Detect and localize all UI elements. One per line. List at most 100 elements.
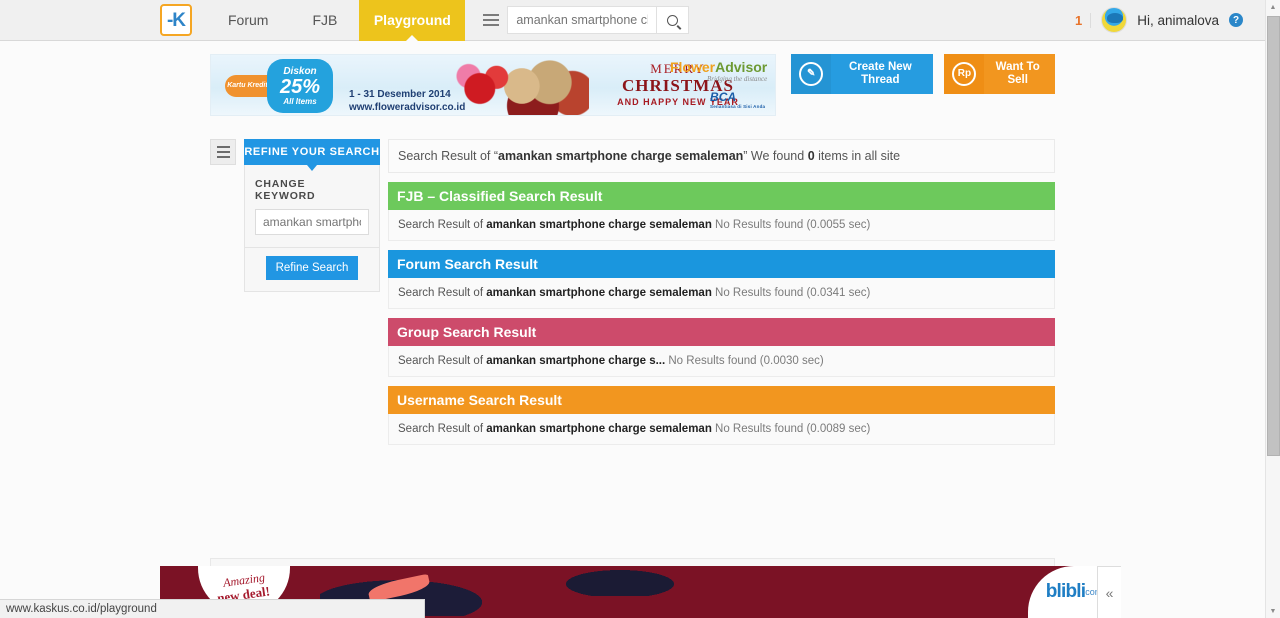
blibli-brand: blibli [1045, 581, 1086, 602]
group-query: amankan smartphone charge s... [486, 355, 666, 367]
group-status: No Results found (0.0030 sec) [665, 355, 824, 367]
create-new-thread-label: Create New Thread [849, 60, 912, 86]
ad-url: www.floweradvisor.co.id [349, 102, 466, 113]
top-banner-row: Kartu Kredit BCA Diskon 25% All Items 1 … [210, 41, 1055, 116]
result-body-group: Search Result of amankan smartphone char… [388, 346, 1055, 377]
ad-flower-hamper-image [449, 55, 589, 115]
result-block-fjb: FJB – Classified Search Result Search Re… [388, 182, 1055, 241]
change-keyword-input[interactable] [255, 209, 369, 235]
result-title-username: Username Search Result [397, 392, 562, 408]
want-to-sell-button[interactable]: Rp Want To Sell [944, 54, 1055, 94]
fjb-status: No Results found (0.0055 sec) [711, 219, 871, 231]
username-status: No Results found (0.0089 sec) [711, 423, 871, 435]
ad-brand-first: Flower [669, 59, 716, 75]
username-prefix: Search Result of [398, 423, 487, 435]
nav-label-playground: Playground [373, 12, 451, 28]
page-container: Kartu Kredit BCA Diskon 25% All Items 1 … [210, 41, 1055, 618]
result-block-group: Group Search Result Search Result of ama… [388, 318, 1055, 377]
result-header-username[interactable]: Username Search Result [388, 386, 1055, 414]
search-scope-hamburger-icon[interactable] [475, 6, 508, 34]
ad-bank-name: BCA [710, 90, 737, 104]
scrollbar-down-arrow-icon[interactable]: ▼ [1266, 604, 1280, 618]
nav-item-fjb[interactable]: FJB [290, 0, 359, 41]
result-block-username: Username Search Result Search Result of … [388, 386, 1055, 445]
notification-badge[interactable]: 1 [1075, 12, 1092, 28]
scrollbar-thumb[interactable] [1267, 16, 1280, 456]
forum-prefix: Search Result of [398, 287, 487, 299]
search-icon[interactable] [657, 6, 690, 34]
scrollbar-up-arrow-icon[interactable]: ▲ [1266, 0, 1280, 14]
rupiah-icon: Rp [944, 54, 985, 94]
result-title-forum: Forum Search Result [397, 256, 538, 272]
refine-panel-body: CHANGE KEYWORD Refine Search [244, 165, 380, 292]
summary-suffix: items in all site [814, 149, 901, 163]
result-title-group: Group Search Result [397, 324, 537, 340]
page-root: -K Forum FJB Playground amankan smartpho… [0, 0, 1280, 618]
header-left-group: -K Forum FJB Playground [160, 0, 690, 42]
summary-count: 0 [807, 149, 815, 163]
ad-brand-second: Advisor [715, 59, 768, 75]
header-search-group [475, 6, 690, 34]
ad-discount-value: 25% [279, 76, 321, 98]
summary-query: amankan smartphone charge semaleman [498, 149, 744, 163]
fjb-query: amankan smartphone charge semaleman [486, 219, 712, 231]
change-keyword-label: CHANGE KEYWORD [255, 178, 316, 202]
username-query: amankan smartphone charge semaleman [486, 423, 712, 435]
ad-brand-tagline: Bridging the distance [706, 75, 768, 83]
nav-label-fjb: FJB [312, 12, 338, 28]
result-body-forum: Search Result of amankan smartphone char… [388, 278, 1055, 309]
create-new-thread-button[interactable]: ✎ Create New Thread [791, 54, 934, 94]
kaskus-logo[interactable]: -K [160, 4, 192, 36]
sticky-ad-shoe-image-2 [560, 566, 680, 596]
content-area: Kartu Kredit BCA Diskon 25% All Items 1 … [0, 41, 1265, 618]
cta-group: ✎ Create New Thread Rp Want To Sell [791, 54, 1055, 94]
search-results-row: REFINE YOUR SEARCH CHANGE KEYWORD Refine… [210, 139, 1055, 445]
sidebar-toggle-hamburger-icon[interactable] [210, 139, 236, 165]
refine-sidebar: REFINE YOUR SEARCH CHANGE KEYWORD Refine… [244, 139, 380, 445]
result-summary: Search Result of “amankan smartphone cha… [388, 139, 1055, 173]
search-input[interactable] [516, 13, 649, 27]
result-body-username: Search Result of amankan smartphone char… [388, 414, 1055, 445]
ad-brand-logo: FlowerAdvisor Bridging the distance [670, 59, 767, 83]
search-box[interactable] [507, 6, 658, 34]
refine-header-label: REFINE YOUR SEARCH [244, 146, 380, 158]
summary-prefix: Search Result of “ [398, 149, 499, 163]
help-icon[interactable]: ? [1229, 13, 1243, 27]
result-block-forum: Forum Search Result Search Result of ama… [388, 250, 1055, 309]
ad-date-range: 1 - 31 Desember 2014 [349, 89, 451, 100]
browser-status-bar: www.kaskus.co.id/playground [0, 599, 425, 618]
summary-mid: ” We found [743, 149, 808, 163]
flower-advisor-ad-banner[interactable]: Kartu Kredit BCA Diskon 25% All Items 1 … [210, 54, 777, 116]
fjb-prefix: Search Result of [398, 219, 487, 231]
forum-status: No Results found (0.0341 sec) [711, 287, 871, 299]
ad-bank-logo: BCA Senantiasa di Sisi Anda [710, 90, 765, 109]
status-bar-url: www.kaskus.co.id/playground [6, 603, 157, 615]
user-greeting[interactable]: Hi, animalova [1137, 13, 1219, 28]
refine-footer: Refine Search [245, 248, 379, 291]
nav-item-forum[interactable]: Forum [206, 0, 290, 41]
ad-discount-badge: Diskon 25% All Items [267, 59, 333, 113]
sticky-ad-collapse-button[interactable]: « [1097, 566, 1121, 618]
result-header-fjb[interactable]: FJB – Classified Search Result [388, 182, 1055, 210]
result-body-fjb: Search Result of amankan smartphone char… [388, 210, 1055, 241]
nav-label-forum: Forum [228, 12, 269, 28]
pencil-icon: ✎ [791, 54, 832, 94]
site-header: -K Forum FJB Playground amankan smartpho… [0, 0, 1265, 42]
ad-discount-sub: All Items [283, 97, 317, 106]
result-title-fjb: FJB – Classified Search Result [397, 188, 603, 204]
group-prefix: Search Result of [398, 355, 487, 367]
want-to-sell-label: Want To Sell [995, 60, 1040, 86]
result-header-forum[interactable]: Forum Search Result [388, 250, 1055, 278]
refine-search-button[interactable]: Refine Search [265, 256, 359, 280]
refine-your-search-header[interactable]: REFINE YOUR SEARCH [244, 139, 380, 171]
chevron-down-icon [307, 165, 317, 171]
change-keyword-section: CHANGE KEYWORD [245, 165, 379, 248]
ad-bank-tagline: Senantiasa di Sisi Anda [710, 104, 766, 109]
page-scrollbar[interactable]: ▲ ▼ [1265, 0, 1280, 618]
results-column: Search Result of “amankan smartphone cha… [388, 139, 1055, 445]
forum-query: amankan smartphone charge semaleman [486, 287, 712, 299]
header-right-group: 1 Hi, animalova ? [1075, 7, 1265, 33]
avatar[interactable] [1101, 7, 1128, 33]
result-header-group[interactable]: Group Search Result [388, 318, 1055, 346]
nav-item-playground[interactable]: Playground [359, 0, 466, 42]
